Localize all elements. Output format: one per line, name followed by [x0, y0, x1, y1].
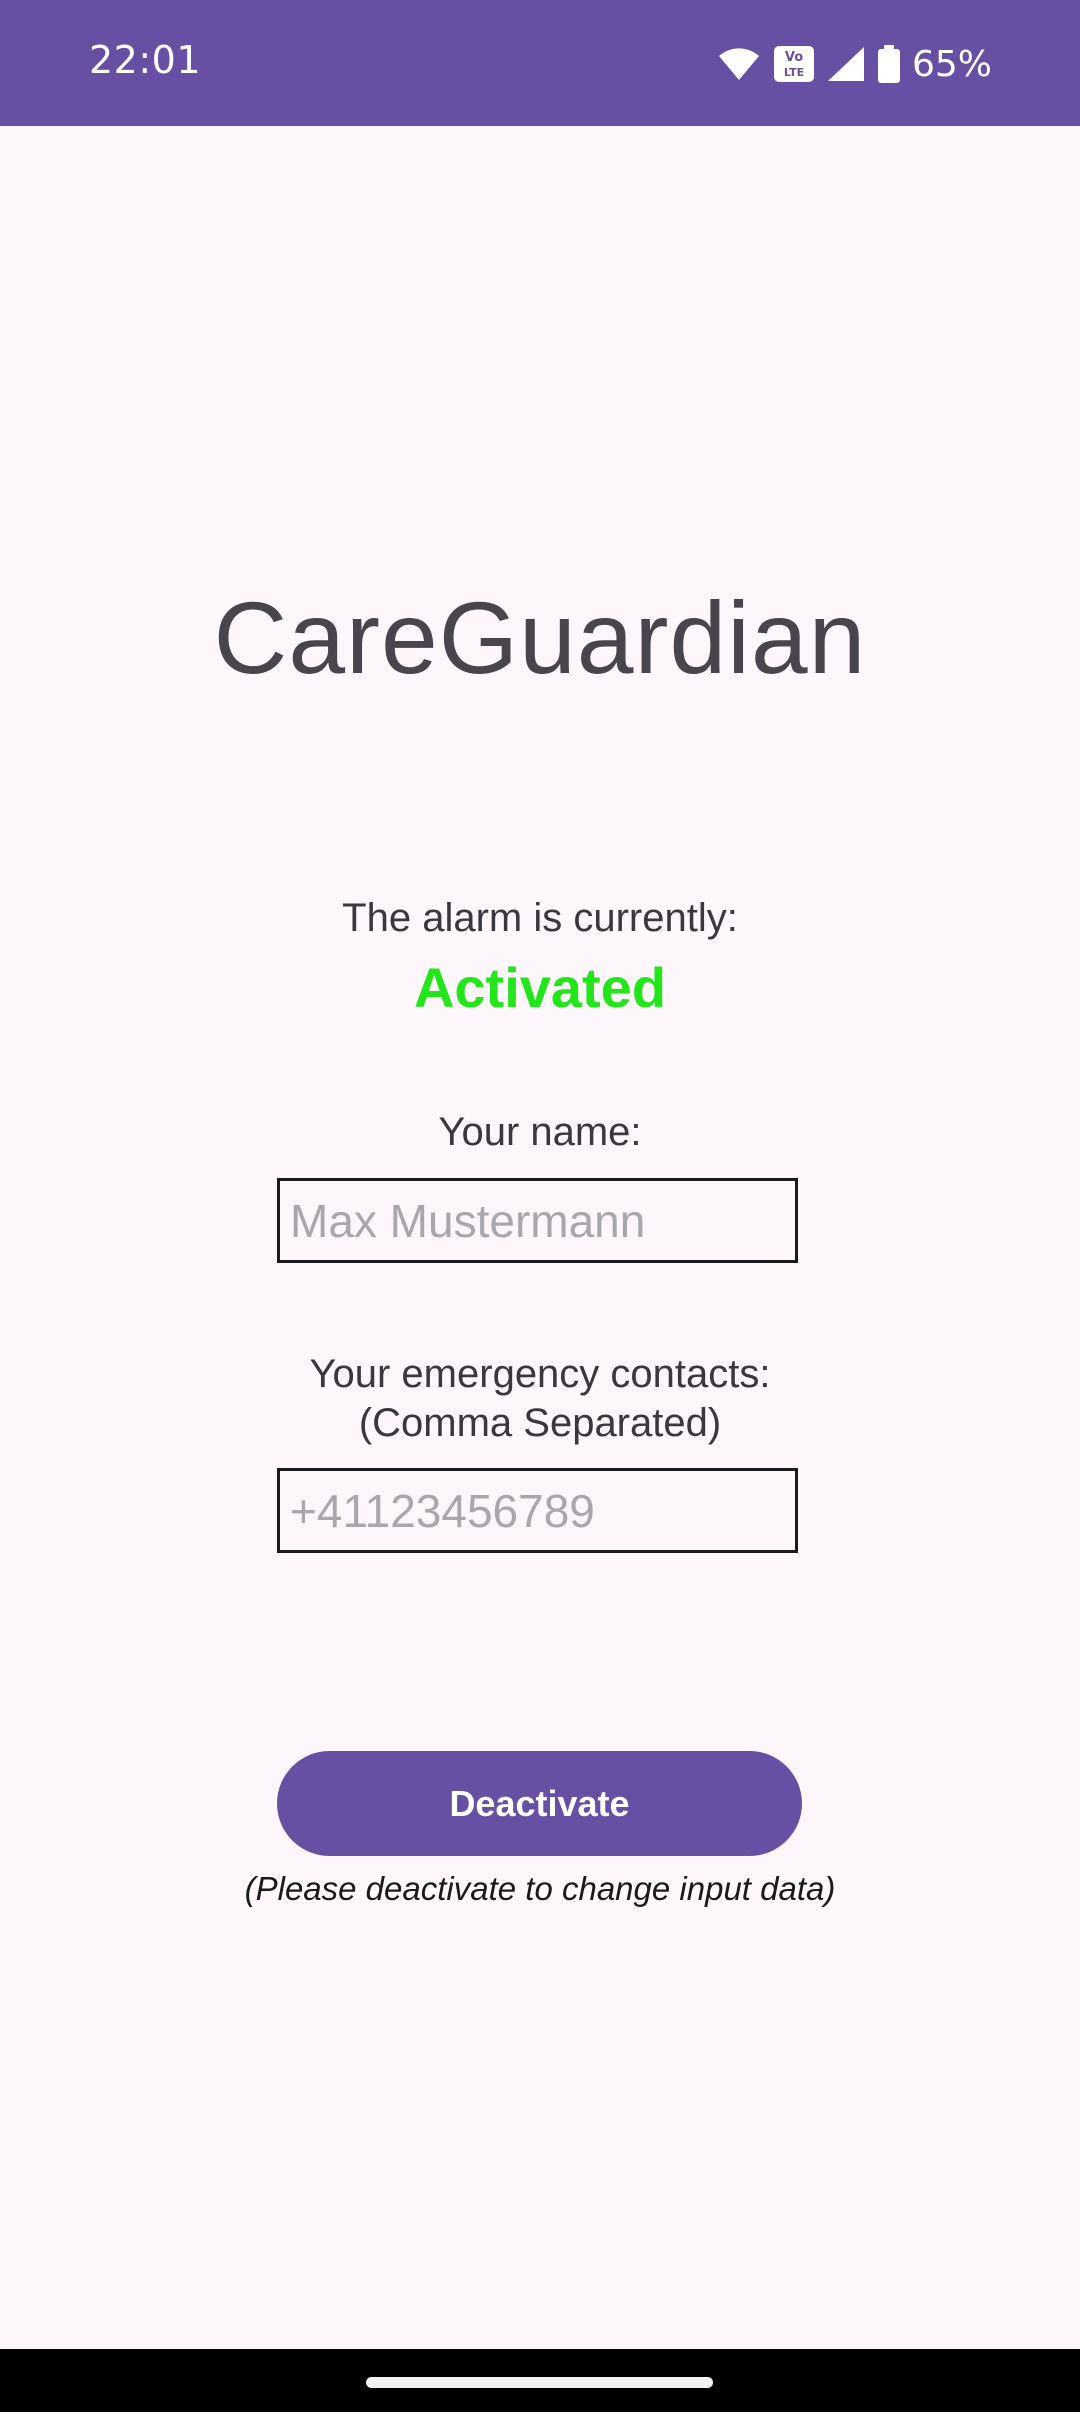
navigation-bar: [0, 2349, 1080, 2412]
contacts-label: Your emergency contacts: (Comma Separate…: [0, 1350, 1080, 1448]
name-input[interactable]: [277, 1178, 798, 1263]
wifi-icon: [718, 47, 760, 81]
name-label: Your name:: [438, 1110, 642, 1154]
contacts-label-line1: Your emergency contacts:: [309, 1352, 771, 1396]
contacts-label-line2: (Comma Separated): [358, 1401, 722, 1445]
alarm-label: The alarm is currently:: [342, 896, 738, 940]
alarm-status: Activated: [413, 956, 667, 1019]
status-icons: Vo LTE 65%: [718, 38, 992, 90]
status-time: 22:01: [89, 38, 202, 82]
home-indicator[interactable]: [366, 2377, 713, 2388]
battery-percent: 65%: [911, 43, 992, 85]
signal-icon: [827, 47, 864, 81]
svg-text:Vo: Vo: [785, 50, 803, 65]
volte-icon: Vo LTE: [773, 46, 814, 82]
svg-text:LTE: LTE: [784, 66, 804, 79]
battery-icon: [877, 45, 900, 83]
app-title: CareGuardian: [213, 581, 867, 695]
status-bar: 22:01 Vo LTE 65%: [0, 0, 1080, 126]
deactivate-button[interactable]: Deactivate: [277, 1751, 802, 1856]
contacts-input[interactable]: [277, 1468, 798, 1553]
deactivate-hint: (Please deactivate to change input data): [244, 1870, 836, 1907]
